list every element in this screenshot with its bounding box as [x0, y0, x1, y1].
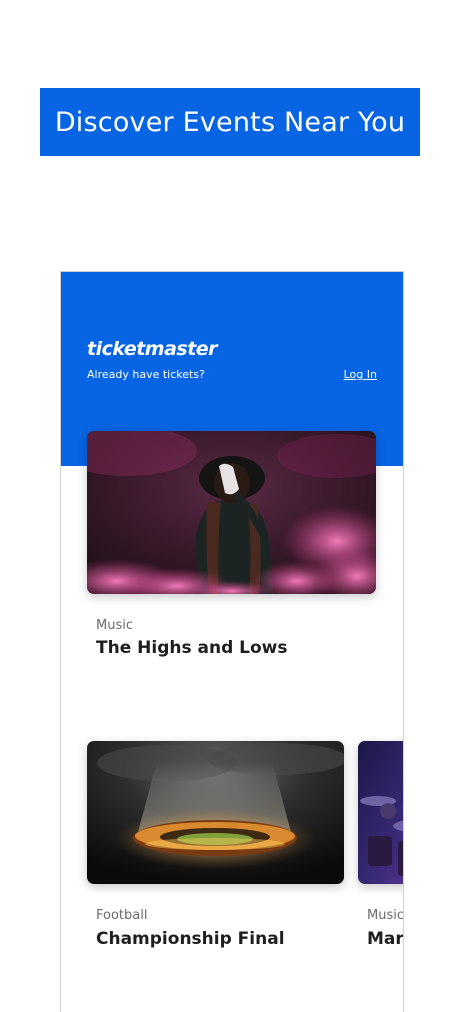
event-category: Music [367, 908, 404, 923]
event-card-image[interactable] [358, 741, 403, 884]
ticketmaster-logo: ticketmaster [87, 338, 218, 360]
event-title[interactable]: Mar [367, 929, 403, 949]
event-title[interactable]: Championship Final [96, 929, 285, 949]
drummer-photo [358, 741, 403, 884]
stadium-photo [87, 741, 344, 884]
event-category: Football [96, 908, 148, 923]
promo-banner: Discover Events Near You [40, 88, 420, 156]
event-title[interactable]: The Highs and Lows [96, 638, 288, 658]
event-category: Music [96, 618, 133, 633]
event-card-image[interactable] [87, 741, 344, 884]
app-screen: ticketmaster Already have tickets? Log I… [60, 271, 404, 1012]
event-card-image[interactable] [87, 431, 376, 594]
banner-title: Discover Events Near You [54, 106, 406, 138]
tickets-prompt: Already have tickets? [87, 368, 205, 381]
concert-photo [87, 431, 376, 594]
login-link[interactable]: Log In [344, 368, 377, 381]
